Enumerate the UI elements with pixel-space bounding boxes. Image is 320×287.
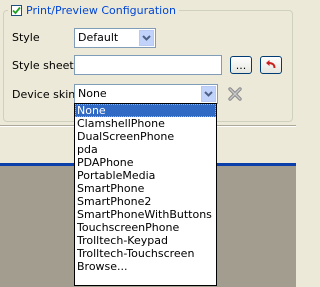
undo-arrow-icon	[266, 60, 276, 69]
device-skin-dropdown-list[interactable]: None ClamshellPhone DualScreenPhone pda …	[74, 103, 217, 286]
dropdown-option[interactable]: TouchscreenPhone	[75, 221, 216, 234]
dropdown-option[interactable]: SmartPhone2	[75, 195, 216, 208]
device-skin-label: Device skin	[12, 88, 76, 101]
dropdown-option[interactable]: DualScreenPhone	[75, 130, 216, 143]
dropdown-option[interactable]: SmartPhone	[75, 182, 216, 195]
chevron-down-icon[interactable]	[201, 86, 216, 102]
groupbox-title: Print/Preview Configuration	[26, 3, 176, 17]
dropdown-option[interactable]: Browse...	[75, 260, 216, 273]
dropdown-option[interactable]: PDAPhone	[75, 156, 216, 169]
style-combobox[interactable]: Default	[74, 28, 156, 48]
dropdown-option[interactable]: None	[75, 104, 216, 117]
device-skin-combobox[interactable]: None	[74, 84, 218, 104]
print-preview-checkbox[interactable]	[11, 4, 22, 16]
reset-stylesheet-button[interactable]	[260, 56, 282, 74]
style-label: Style	[12, 31, 40, 44]
dropdown-option[interactable]: Trolltech-Keypad	[75, 234, 216, 247]
x-icon	[228, 87, 242, 101]
dropdown-option[interactable]: pda	[75, 143, 216, 156]
check-icon	[12, 6, 21, 14]
style-value: Default	[78, 31, 119, 44]
groupbox-header[interactable]: Print/Preview Configuration	[8, 2, 179, 18]
browse-label: ...	[235, 58, 247, 72]
stylesheet-label: Style sheet	[12, 59, 74, 72]
dropdown-option[interactable]: SmartPhoneWithButtons	[75, 208, 216, 221]
browse-stylesheet-button[interactable]: ...	[230, 56, 252, 74]
dropdown-option[interactable]: ClamshellPhone	[75, 117, 216, 130]
dropdown-option[interactable]: PortableMedia	[75, 169, 216, 182]
dropdown-option[interactable]: Trolltech-Touchscreen	[75, 247, 216, 260]
device-skin-value: None	[78, 87, 107, 100]
remove-skin-button[interactable]	[225, 84, 245, 104]
stylesheet-input[interactable]	[74, 55, 222, 75]
chevron-down-icon[interactable]	[139, 30, 154, 46]
